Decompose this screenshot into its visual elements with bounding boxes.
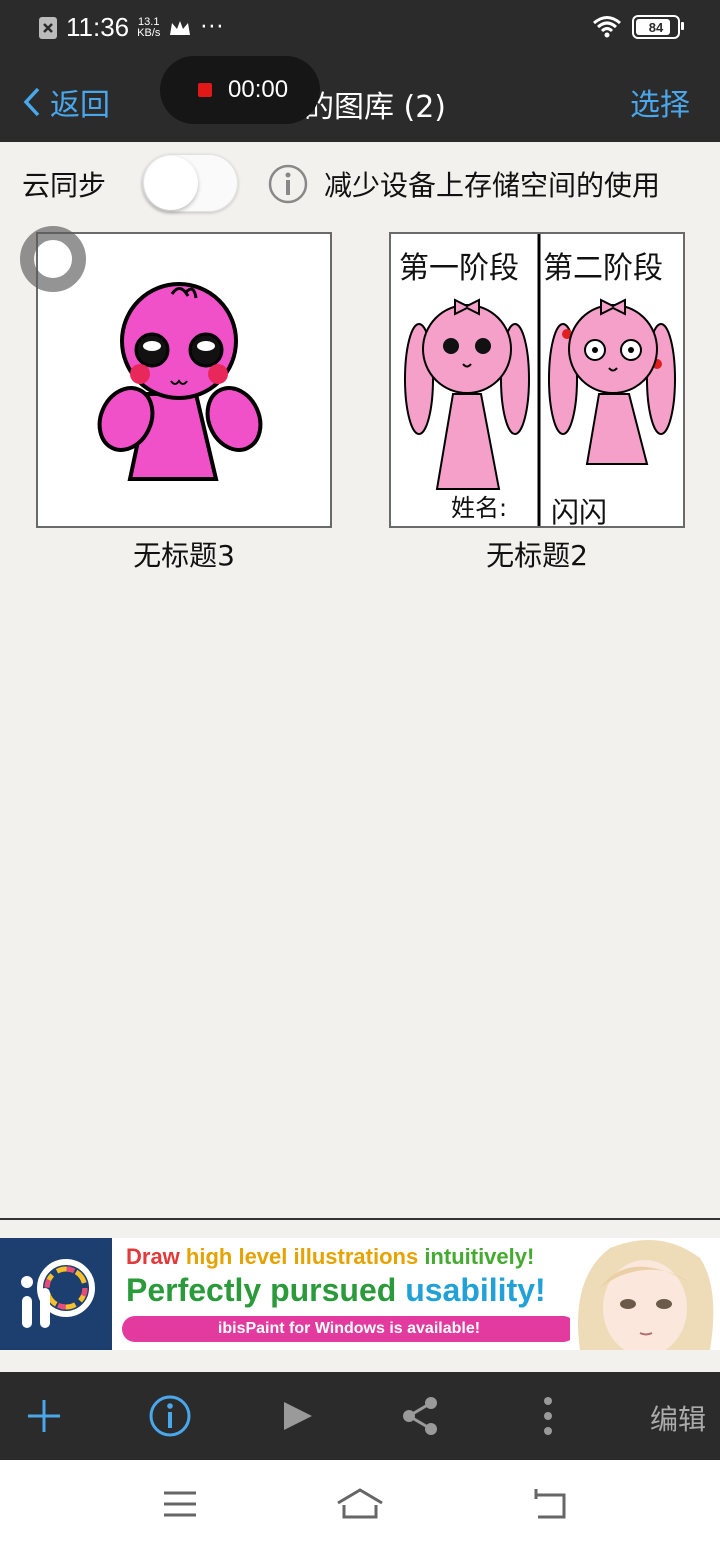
status-right: 84 [592,15,684,39]
touch-indicator [20,226,86,292]
navigation-bar: 返回 我的图库 (2) 选择 [0,58,720,142]
more-vertical-icon [544,1397,552,1435]
info-icon [149,1395,191,1437]
share-button[interactable] [390,1392,450,1440]
cloud-sync-row: 云同步 减少设备上存储空间的使用 [0,144,720,220]
stage-two-text: 第二阶段 [543,251,663,286]
menu-icon [164,1491,196,1517]
name-value-text: 闪闪 [551,496,607,526]
ibispaint-logo-icon [21,1259,95,1328]
ad-subheadline-part1: Perfectly pursued [126,1272,406,1308]
battery-icon: 84 [632,15,684,39]
girl-left [404,298,530,490]
sync-description: 减少设备上存储空间的使用 [324,169,661,202]
select-button[interactable]: 选择 [630,80,690,124]
ad-subheadline: Perfectly pursued usability! [126,1272,546,1309]
home-button[interactable] [330,1484,390,1524]
gallery-item-title: 无标题3 [133,539,235,572]
info-icon[interactable] [268,164,308,204]
ad-headline-part1: Draw [126,1244,186,1269]
add-icon [28,1400,60,1432]
wifi-icon [593,16,621,38]
stage-one-text: 第一阶段 [399,251,519,286]
record-dot-icon [198,83,212,97]
status-bar: 11:36 13.1 KB/s ··· 84 [0,0,720,58]
recording-time: 00:00 [228,76,289,103]
more-status-dots: ··· [200,15,225,40]
status-left: 11:36 13.1 KB/s ··· [38,12,224,43]
add-button[interactable] [14,1392,74,1440]
bottom-toolbar: 编辑 [0,1372,720,1460]
home-icon [337,1488,383,1519]
ad-headline: Draw high level illustrations intuitivel… [126,1244,534,1270]
name-label-text: 姓名: [451,494,507,522]
net-speed-unit: KB/s [137,26,161,39]
artwork-thumbnail: 第一阶段 第二阶段 姓名: 闪闪 [399,234,676,526]
more-button[interactable] [518,1392,578,1440]
ad-headline-part2: high level illustrations [185,1244,425,1269]
ad-banner[interactable]: Draw high level illustrations intuitivel… [0,1238,720,1350]
screen-recording-indicator[interactable]: 00:00 [160,56,320,124]
notification-x-icon [39,16,57,39]
ibispaint-logo [0,1238,112,1350]
ad-subheadline-part2: usability! [405,1272,546,1308]
recent-apps-button[interactable] [150,1484,210,1524]
battery-tip [681,22,684,30]
ad-headline-part3: intuitively! [424,1244,535,1269]
system-back-button[interactable] [520,1484,580,1524]
edit-button[interactable]: 编辑 [650,1398,706,1438]
gallery-item-title: 无标题2 [486,539,588,572]
girl-right [548,298,676,465]
play-button[interactable] [268,1392,328,1440]
toggle-knob [144,156,198,210]
battery-level: 84 [648,19,664,35]
crown-icon [170,20,191,35]
info-button[interactable] [140,1392,200,1440]
cloud-sync-label: 云同步 [22,169,107,202]
status-time: 11:36 [66,12,130,42]
share-icon [403,1397,437,1435]
net-speed: 13.1 KB/s [137,16,161,39]
ad-cta-button[interactable]: ibisPaint for Windows is available! [122,1316,576,1342]
back-arrow-icon [534,1489,566,1519]
system-navigation-bar [0,1460,720,1544]
ad-divider [0,1218,720,1220]
gallery-item-2[interactable]: 第一阶段 第二阶段 姓名: 闪闪 [389,232,685,528]
artwork-thumbnail [97,282,263,481]
play-icon [284,1402,312,1430]
ad-character-art [570,1238,720,1350]
page-title: 我的图库 (2) [273,90,447,125]
cloud-sync-toggle[interactable] [142,154,238,212]
